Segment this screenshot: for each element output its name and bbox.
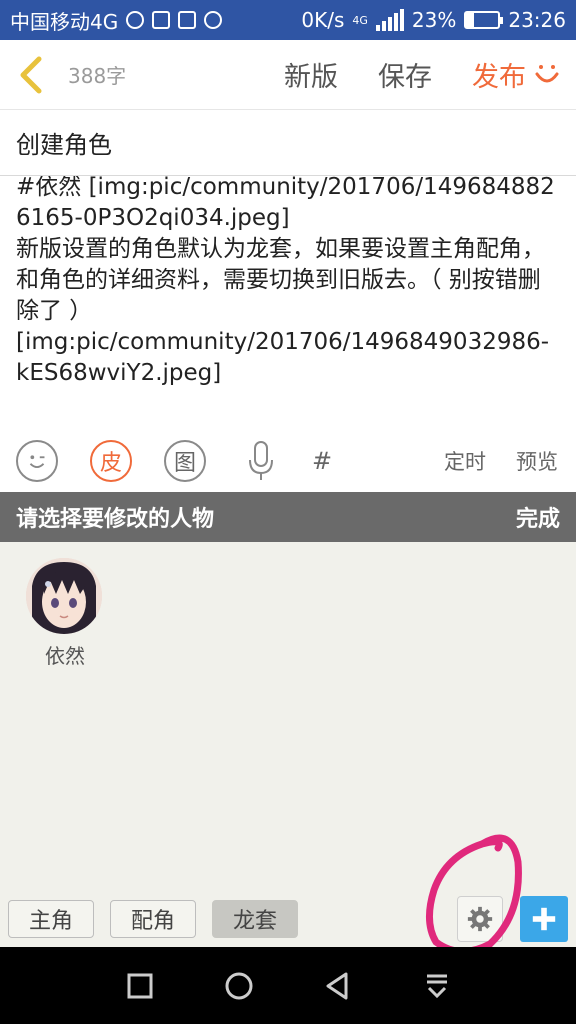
notification-icon xyxy=(126,11,145,29)
role-supporting-button[interactable]: 配角 xyxy=(110,900,196,938)
status-bar: 中国移动4G 0K/s 4G 23% 23:26 xyxy=(0,0,576,40)
clock: 23:26 xyxy=(508,8,566,32)
character-item[interactable]: 依然 xyxy=(26,558,104,669)
back-button[interactable] xyxy=(0,40,60,110)
settings-button[interactable] xyxy=(457,896,503,942)
battery-percent: 23% xyxy=(411,8,457,32)
post-title-input[interactable]: 创建角色 xyxy=(0,110,576,176)
microphone-icon[interactable] xyxy=(246,440,276,482)
image-button[interactable]: 图 xyxy=(164,440,206,482)
notification-pull-icon[interactable] xyxy=(421,970,453,1002)
battery-icon xyxy=(464,11,504,29)
smile-icon[interactable] xyxy=(532,60,562,90)
skin-button[interactable]: 皮 xyxy=(90,440,132,482)
post-content-editor[interactable]: #依然 [img:pic/community/201706/1496848826… xyxy=(0,176,576,426)
gear-icon xyxy=(467,906,493,932)
word-count: 388字 xyxy=(68,64,127,88)
role-extra-button[interactable]: 龙套 xyxy=(212,900,298,938)
network-speed: 0K/s xyxy=(301,8,345,32)
image-icon xyxy=(178,11,197,29)
network-type: 4G xyxy=(352,13,368,27)
hashtag-button[interactable]: # xyxy=(312,447,332,475)
system-nav-bar xyxy=(0,947,576,1024)
content-line: [img:pic/community/201706/1496849032986-… xyxy=(16,329,550,386)
app-icon xyxy=(204,11,223,29)
avatar xyxy=(26,558,102,634)
character-picker-header: 请选择要修改的人物 完成 xyxy=(0,492,576,542)
save-button[interactable]: 保存 xyxy=(378,55,432,94)
content-line: 新版设置的角色默认为龙套，如果要设置主角配角，和角色的详细资料，需要切换到旧版去… xyxy=(16,236,545,324)
chevron-left-icon xyxy=(20,56,42,93)
role-lead-button[interactable]: 主角 xyxy=(8,900,94,938)
character-name: 依然 xyxy=(45,644,85,668)
emoji-button[interactable] xyxy=(16,440,58,482)
carrier-label: 中国移动4G xyxy=(10,9,119,34)
emoji-icon xyxy=(29,455,45,468)
schedule-button[interactable]: 定时 xyxy=(444,446,486,476)
warning-icon xyxy=(152,11,171,29)
character-picker: 依然 主角 配角 龙套 xyxy=(0,542,576,955)
editor-toolbar: 皮 图 # 定时 预览 xyxy=(0,430,576,492)
home-icon[interactable] xyxy=(223,970,255,1002)
picker-title: 请选择要修改的人物 xyxy=(16,507,215,532)
signal-icon xyxy=(375,9,404,31)
done-button[interactable]: 完成 xyxy=(516,501,560,533)
app-bar: 388字 新版 保存 发布 xyxy=(0,40,576,110)
recents-icon[interactable] xyxy=(124,970,156,1002)
add-character-button[interactable] xyxy=(520,896,568,942)
back-nav-icon[interactable] xyxy=(322,970,354,1002)
new-version-button[interactable]: 新版 xyxy=(284,55,338,94)
plus-icon xyxy=(532,907,556,931)
publish-button[interactable]: 发布 xyxy=(472,55,526,94)
content-line: #依然 [img:pic/community/201706/1496848826… xyxy=(16,176,555,231)
preview-button[interactable]: 预览 xyxy=(516,446,558,476)
